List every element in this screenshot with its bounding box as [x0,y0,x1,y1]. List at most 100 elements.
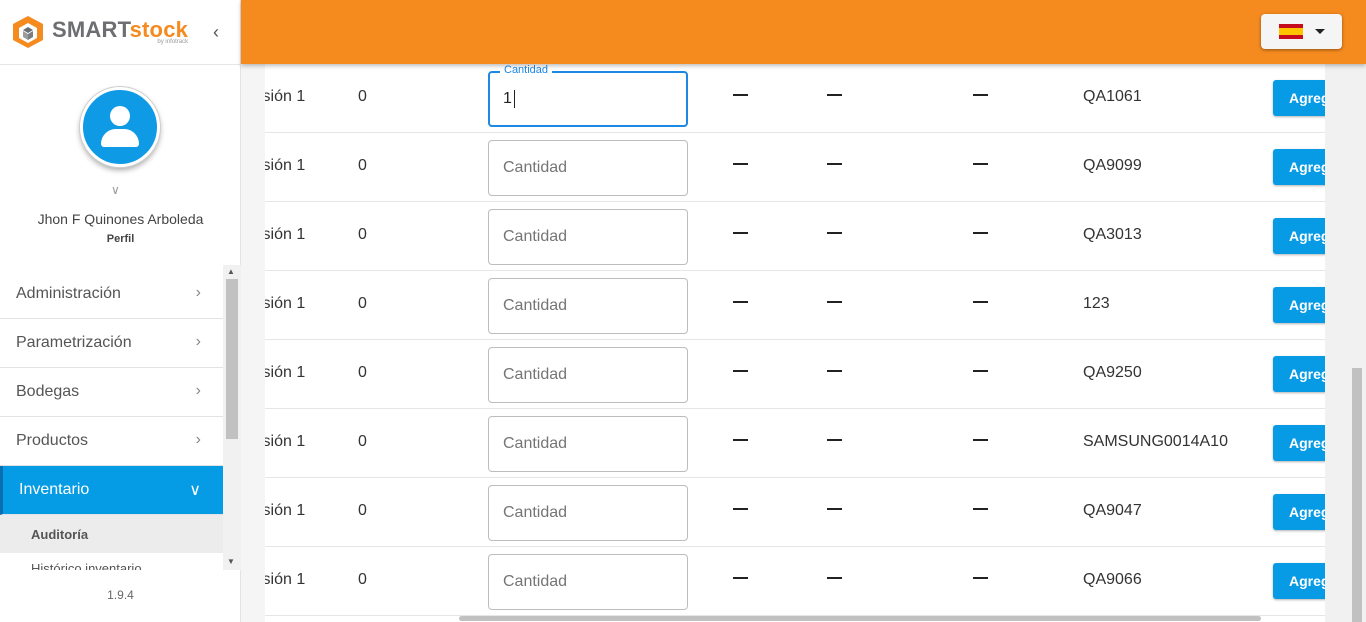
count-cell: 0 [358,433,367,450]
division-cell: isión 1 [265,226,306,243]
table-row: isión 1 0 Cantidad 1 QA1061 Agregar [265,64,1325,133]
add-button[interactable]: Agregar [1273,356,1325,392]
main-content: isión 1 0 Cantidad 1 QA1061 Agregar isió… [241,64,1366,622]
vertical-scrollbar[interactable] [1325,64,1366,622]
empty-value-dash [827,301,842,303]
quantity-placeholder: Cantidad [503,228,568,245]
quantity-input[interactable]: Cantidad [488,485,688,541]
empty-value-dash [827,94,842,96]
caret-down-icon [1314,29,1325,34]
quantity-placeholder: Cantidad [503,504,568,521]
empty-value-dash [973,232,988,234]
sidebar: SMARTstock by infotrack ‹ ∨ Jhon F Quino… [0,0,241,622]
submenu-item-historico-inventario[interactable]: Histórico inventario [0,553,223,570]
count-cell: 0 [358,157,367,174]
quantity-placeholder: Cantidad [503,573,568,590]
count-cell: 0 [358,364,367,381]
product-code-cell: QA9066 [1083,571,1142,588]
spain-flag-icon [1278,24,1303,39]
quantity-floating-label: Cantidad [500,64,553,76]
logo-cube-icon [10,14,46,50]
sidebar-menu: Administración › Parametrización › Bodeg… [0,270,223,570]
empty-value-dash [827,508,842,510]
table-row: isión 1 0 Cantidad QA9250 Agregar [265,340,1325,409]
profile: ∨ Jhon F Quinones Arboleda Perfil [0,65,240,263]
menu-item-label: Parametrización [16,334,132,351]
empty-value-dash [827,163,842,165]
division-cell: isión 1 [265,571,306,588]
inventory-table: isión 1 0 Cantidad 1 QA1061 Agregar isió… [265,64,1325,622]
add-button[interactable]: Agregar [1273,563,1325,599]
scroll-up-arrow-icon[interactable]: ▲ [227,267,235,276]
scrollbar-thumb[interactable] [1352,368,1362,622]
quantity-input[interactable]: Cantidad 1 [488,64,688,127]
sidebar-scrollbar[interactable]: ▲ ▼ [223,265,241,570]
language-selector-button[interactable] [1261,14,1342,49]
chevron-right-icon: › [195,333,201,350]
quantity-input[interactable]: Cantidad [488,554,688,610]
division-cell: isión 1 [265,433,306,450]
brand-name: SMARTstock [52,17,189,42]
menu-item-parametrizacion[interactable]: Parametrización › [0,319,223,368]
product-code-cell: QA9250 [1083,364,1142,381]
table-row: isión 1 0 Cantidad 123 Agregar [265,271,1325,340]
count-cell: 0 [358,295,367,312]
empty-value-dash [733,370,748,372]
scrollbar-thumb[interactable] [226,279,238,439]
quantity-input[interactable]: Cantidad [488,278,688,334]
scroll-down-arrow-icon[interactable]: ▼ [227,557,235,566]
quantity-input[interactable]: Cantidad [488,347,688,403]
count-cell: 0 [358,226,367,243]
empty-value-dash [973,163,988,165]
quantity-placeholder: Cantidad [503,297,568,314]
brand-sub: by infotrack [157,39,189,45]
division-cell: isión 1 [265,295,306,312]
product-code-cell: QA1061 [1083,88,1142,105]
quantity-input[interactable]: Cantidad [488,140,688,196]
division-cell: isión 1 [265,364,306,381]
chevron-right-icon: › [195,431,201,448]
chevron-right-icon: › [195,382,201,399]
add-button[interactable]: Agregar [1273,494,1325,530]
chevron-down-icon: ∨ [189,482,201,499]
add-button[interactable]: Agregar [1273,287,1325,323]
add-button[interactable]: Agregar [1273,149,1325,185]
empty-value-dash [733,508,748,510]
count-cell: 0 [358,88,367,105]
quantity-input[interactable]: Cantidad [488,209,688,265]
profile-link[interactable]: Perfil [0,233,241,245]
add-button[interactable]: Agregar [1273,80,1325,116]
count-cell: 0 [358,571,367,588]
empty-value-dash [973,94,988,96]
menu-item-productos[interactable]: Productos › [0,417,223,466]
menu-item-administracion[interactable]: Administración › [0,270,223,319]
submenu-item-auditoria[interactable]: Auditoría [0,515,223,553]
text-cursor [513,90,515,108]
quantity-input[interactable]: Cantidad [488,416,688,472]
table-row: isión 1 0 Cantidad SAMSUNG0014A10 Agrega… [265,409,1325,478]
product-code-cell: 123 [1083,295,1110,312]
top-bar [241,0,1366,64]
table-row: isión 1 0 Cantidad QA9099 Agregar [265,133,1325,202]
collapse-sidebar-button[interactable]: ‹ [206,22,226,42]
division-cell: isión 1 [265,88,306,105]
empty-value-dash [733,577,748,579]
avatar[interactable] [80,87,160,167]
empty-value-dash [733,301,748,303]
brand[interactable]: SMARTstock by infotrack [0,0,240,65]
quantity-placeholder: Cantidad [503,366,568,383]
empty-value-dash [973,439,988,441]
product-code-cell: QA9099 [1083,157,1142,174]
chevron-down-icon[interactable]: ∨ [111,183,120,197]
menu-item-label: Productos [16,432,89,449]
add-button[interactable]: Agregar [1273,425,1325,461]
horizontal-scrollbar-thumb[interactable] [459,616,1261,621]
menu-item-label: Bodegas [16,383,80,400]
table-row: isión 1 0 Cantidad QA9047 Agregar [265,478,1325,547]
menu-item-inventario[interactable]: Inventario ∨ [0,466,223,515]
count-cell: 0 [358,502,367,519]
quantity-placeholder: Cantidad [503,159,568,176]
add-button[interactable]: Agregar [1273,218,1325,254]
quantity-value: 1 [503,90,512,107]
menu-item-bodegas[interactable]: Bodegas › [0,368,223,417]
